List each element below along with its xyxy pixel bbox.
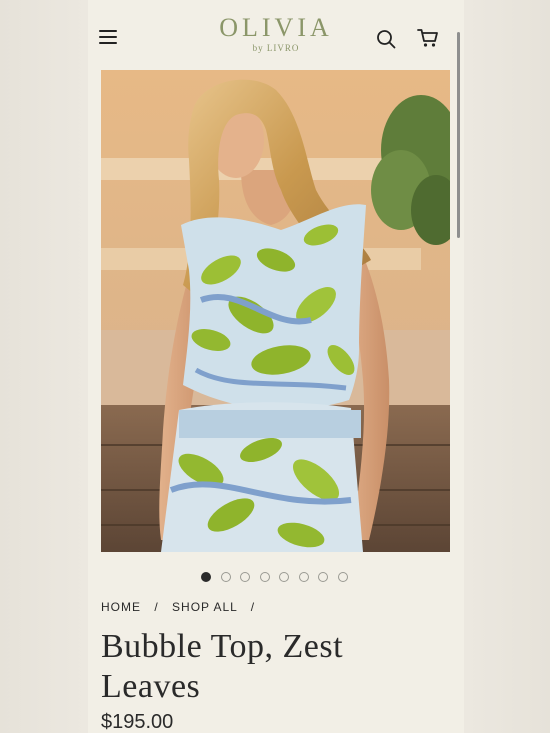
search-icon[interactable] (376, 29, 396, 49)
logo-main-text: OLIVIA (219, 13, 333, 42)
menu-icon[interactable] (99, 30, 117, 46)
product-price: $195.00 (101, 711, 174, 733)
breadcrumb: HOME / SHOP ALL / (101, 600, 264, 614)
breadcrumb-home-link[interactable]: HOME (101, 600, 141, 614)
breadcrumb-separator: / (250, 600, 256, 614)
cart-icon[interactable] (417, 28, 439, 48)
gallery-dot[interactable] (259, 572, 270, 582)
gallery-dot[interactable] (318, 572, 328, 582)
backdrop-left (0, 0, 88, 733)
mobile-page: OLIVIA by LIVRO HOME / SHOP ALL / Bubble… (88, 0, 464, 733)
logo-sub-text: by LIVRO (252, 43, 300, 53)
product-title: Bubble Top, Zest Leaves (101, 627, 451, 707)
gallery-dot[interactable] (337, 572, 348, 582)
gallery-dot[interactable] (201, 572, 211, 582)
site-header: OLIVIA by LIVRO (88, 0, 464, 70)
gallery-dot[interactable] (240, 572, 250, 582)
brand-logo[interactable]: OLIVIA by LIVRO (218, 14, 334, 54)
product-title-line2: Leaves (101, 668, 201, 705)
scrollbar[interactable] (457, 32, 460, 238)
gallery-dot[interactable] (220, 572, 231, 582)
gallery-dot[interactable] (279, 572, 289, 582)
breadcrumb-shop-all-link[interactable]: SHOP ALL (172, 600, 237, 614)
product-title-line1: Bubble Top, Zest (101, 628, 344, 665)
backdrop-right (464, 0, 550, 733)
product-image[interactable] (101, 70, 450, 552)
breadcrumb-separator: / (154, 600, 159, 614)
gallery-dot[interactable] (298, 572, 309, 582)
